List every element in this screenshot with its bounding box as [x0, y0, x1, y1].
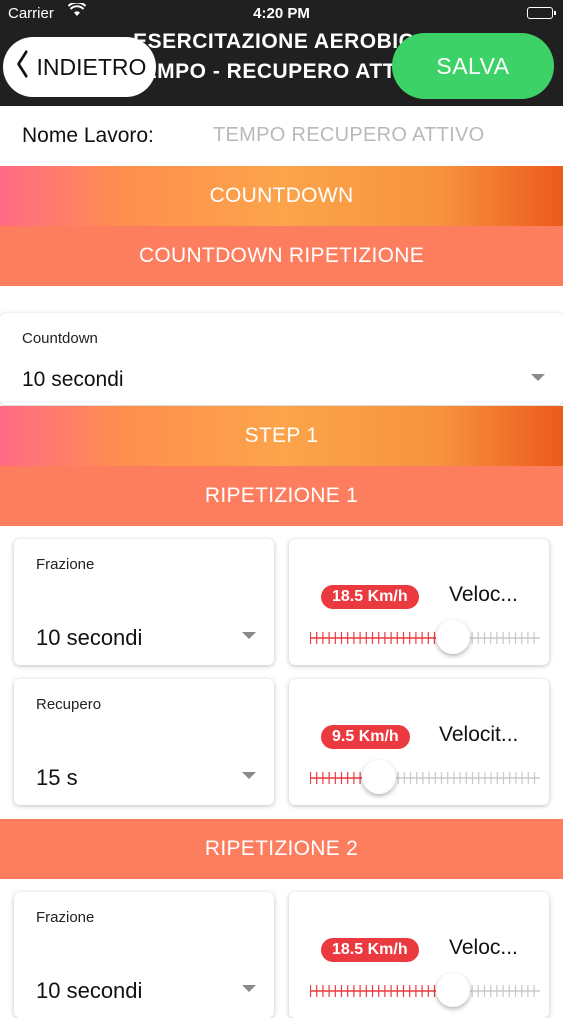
- fraction-caption: Frazione: [36, 909, 95, 926]
- fraction-speed-slider[interactable]: [309, 620, 540, 654]
- back-button[interactable]: INDIETRO: [3, 37, 156, 97]
- battery-icon: [527, 7, 556, 19]
- chevron-left-icon: [15, 50, 28, 84]
- chevron-down-icon: [242, 985, 256, 992]
- fraction-value: 10 secondi: [36, 625, 143, 650]
- fraction-select[interactable]: Frazione 10 secondi: [14, 892, 274, 1018]
- step-1-header: STEP 1: [0, 406, 563, 466]
- speed-label: Veloc...: [449, 936, 518, 959]
- speed-label: Velocit...: [439, 723, 519, 746]
- slider-thumb[interactable]: [362, 760, 396, 794]
- slider-thumb[interactable]: [436, 973, 470, 1007]
- status-bar: Carrier 4:20 PM: [0, 0, 563, 28]
- recovery-speed-card: 9.5 Km/h Velocit...: [289, 679, 549, 805]
- recovery-speed-slider[interactable]: [309, 760, 540, 794]
- slider-filled-track: [309, 984, 453, 997]
- countdown-value: 10 secondi: [22, 368, 124, 391]
- work-name-row: Nome Lavoro: TEMPO RECUPERO ATTIVO: [0, 106, 563, 166]
- speed-badge: 18.5 Km/h: [321, 938, 419, 962]
- countdown-section-header: COUNTDOWN: [0, 166, 563, 226]
- chevron-down-icon: [242, 632, 256, 639]
- speed-badge: 18.5 Km/h: [321, 585, 419, 609]
- chevron-down-icon: [531, 374, 545, 381]
- recovery-select[interactable]: Recupero 15 s: [14, 679, 274, 805]
- back-button-label: INDIETRO: [36, 53, 147, 80]
- countdown-select[interactable]: Countdown 10 secondi: [0, 313, 563, 405]
- fraction-speed-card: 18.5 Km/h Veloc...: [289, 892, 549, 1018]
- fraction-speed-card: 18.5 Km/h Veloc...: [289, 539, 549, 665]
- work-name-input[interactable]: TEMPO RECUPERO ATTIVO: [213, 124, 485, 147]
- fraction-caption: Frazione: [36, 556, 95, 573]
- recovery-caption: Recupero: [36, 696, 102, 713]
- speed-badge: 9.5 Km/h: [321, 725, 410, 749]
- slider-thumb[interactable]: [436, 620, 470, 654]
- slider-filled-track: [309, 631, 453, 644]
- navigation-bar: ESERCITAZIONE AEROBICA TEMPO - RECUPERO …: [0, 28, 563, 106]
- recovery-value: 15 s: [36, 765, 78, 790]
- countdown-caption: Countdown: [22, 330, 98, 347]
- repetition-2-header: RIPETIZIONE 2: [0, 819, 563, 879]
- fraction-value: 10 secondi: [36, 978, 143, 1003]
- save-button[interactable]: SALVA: [392, 33, 554, 99]
- fraction-select[interactable]: Frazione 10 secondi: [14, 539, 274, 665]
- clock: 4:20 PM: [253, 5, 310, 22]
- repetition-1-header: RIPETIZIONE 1: [0, 466, 563, 526]
- fraction-speed-slider[interactable]: [309, 973, 540, 1007]
- countdown-repetition-header: COUNTDOWN RIPETIZIONE: [0, 226, 563, 286]
- slider-empty-track: [378, 771, 540, 784]
- speed-label: Veloc...: [449, 583, 518, 606]
- work-name-label: Nome Lavoro:: [22, 124, 154, 147]
- chevron-down-icon: [242, 772, 256, 779]
